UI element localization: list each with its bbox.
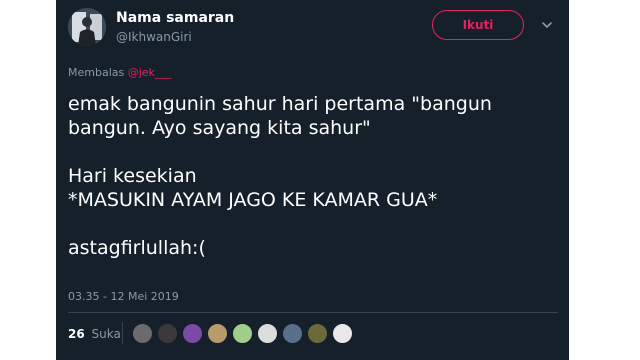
chevron-down-icon[interactable] [540,18,554,32]
follow-button[interactable]: Ikuti [432,10,524,40]
author-avatar[interactable] [68,8,106,46]
tweet-text: emak bangunin sahur hari pertama "bangun… [68,92,558,260]
likes-count: 26 [68,327,85,341]
liker-avatar[interactable] [207,323,228,344]
tweet-timestamp[interactable]: 03.35 - 12 Mei 2019 [68,290,179,303]
author-handle[interactable]: @IkhwanGiri [116,30,192,44]
author-display-name[interactable]: Nama samaran [116,10,234,26]
liker-avatar[interactable] [332,323,353,344]
tweet-text-spacer [68,140,558,164]
liker-avatar[interactable] [257,323,278,344]
tweet-text-line: emak bangunin sahur hari pertama "bangun [68,93,492,115]
reply-mention-link[interactable]: @jek___ [128,66,172,79]
reply-context: Membalas @jek___ [68,66,171,79]
liker-avatar[interactable] [132,323,153,344]
tweet-text-line: astagfirlullah:( [68,237,206,259]
tweet-text-line: Hari kesekian [68,165,197,187]
liker-avatar[interactable] [182,323,203,344]
tweet-text-line: *MASUKIN AYAM JAGO KE KAMAR GUA* [68,189,438,211]
tweet-card: Nama samaran @IkhwanGiri Ikuti Membalas … [56,0,569,360]
person-avatar-icon [68,8,106,46]
tweet-text-line: bangun. Ayo sayang kita sahur" [68,117,371,139]
reply-prefix: Membalas [68,66,125,79]
likes-stat[interactable]: 26 Suka [68,327,121,341]
liker-avatar[interactable] [157,323,178,344]
tweet-text-spacer [68,212,558,236]
liker-avatar[interactable] [307,323,328,344]
likes-label: Suka [91,327,121,341]
tweet-header: Nama samaran @IkhwanGiri Ikuti [56,0,569,56]
liker-avatar[interactable] [232,323,253,344]
divider [68,312,558,313]
likes-divider [122,322,123,344]
liker-avatar[interactable] [282,323,303,344]
